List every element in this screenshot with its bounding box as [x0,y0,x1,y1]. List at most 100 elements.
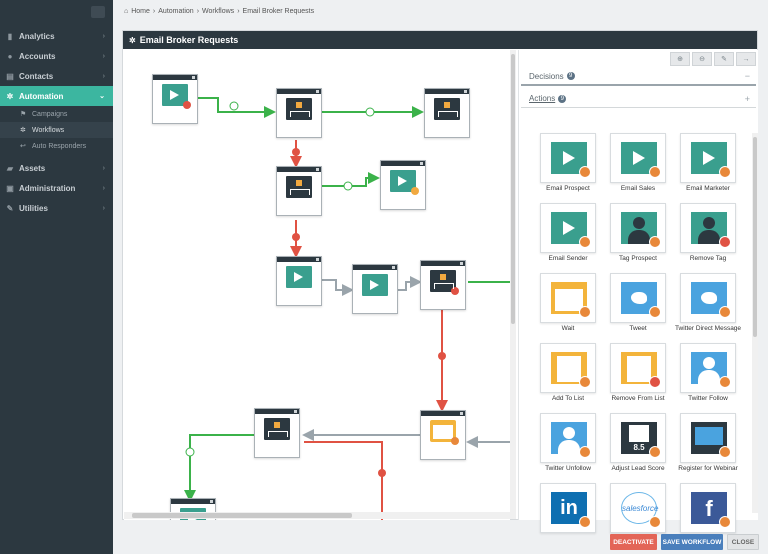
tile-remove-from-list[interactable]: Remove From List [601,343,671,411]
breadcrumb-separator: › [196,7,200,15]
workflow-node-decision[interactable] [254,408,300,458]
arrow-button[interactable]: → [736,52,756,66]
chevron-down-icon: ⌄ [99,93,105,100]
chart-icon: ▮ [7,31,13,41]
sidebar-item-administration[interactable]: ▣ Administration › [0,178,113,198]
clock-badge-icon [579,306,591,318]
sidebar-item-analytics[interactable]: ▮ Analytics › [0,26,113,46]
breadcrumb: ⌂ Home › Automation › Workflows › Email … [124,5,317,17]
decision-icon [286,176,312,198]
decisions-section-header[interactable]: Decisions 9 − [521,68,756,86]
expand-icon[interactable]: + [745,94,750,104]
tile-twitter-unfollow[interactable]: Twitter Unfollow [531,413,601,481]
palette-scrollbar[interactable] [752,133,758,513]
tile-adjust-lead-score[interactable]: 8.5 Adjust Lead Score [601,413,671,481]
workflow-node-email[interactable] [380,160,426,210]
sidebar-subitem-campaigns[interactable]: ⚑ Campaigns [0,106,113,122]
tile-email-marketer[interactable]: Email Marketer [671,133,741,201]
sidebar-subitem-label: Auto Responders [32,142,87,150]
calendar-icon [430,420,459,445]
pencil-badge-icon [649,516,661,528]
sidebar-item-utilities[interactable]: ✎ Utilities › [0,198,113,218]
workflow-node-decision[interactable] [276,166,322,216]
sidebar-toggle-button[interactable] [91,6,105,18]
cogs-icon: ✲ [129,35,136,45]
sidebar-item-label: Analytics [19,31,55,41]
sidebar-item-automation[interactable]: ✲ Automation ⌄ [0,86,113,106]
folder-icon: ▰ [6,163,14,173]
tile-email-sales[interactable]: Email Sales [601,133,671,201]
edit-button[interactable]: ✎ [714,52,734,66]
canvas-vertical-scrollbar[interactable] [510,50,516,512]
tile-tag-prospect[interactable]: Tag Prospect [601,203,671,271]
save-workflow-button[interactable]: SAVE WORKFLOW [661,534,723,550]
tile-label: Register for Webinar [678,465,738,472]
tile-tweet[interactable]: Tweet [601,273,671,341]
sidebar: ▮ Analytics › ● Accounts › ▤ Contacts › … [0,0,113,554]
breadcrumb-workflows-link[interactable]: Workflows [202,8,234,15]
zoom-in-button[interactable]: ⊕ [670,52,690,66]
workflow-node-wait[interactable] [420,410,466,460]
workflow-canvas[interactable] [124,50,510,520]
address-book-icon: ▤ [6,71,14,81]
breadcrumb-separator: › [152,7,156,15]
tile-register-for-webinar[interactable]: Register for Webinar [671,413,741,481]
workflow-panel: ✲ Email Broker Requests ⊕ ⊖ ✎ → Decision… [122,30,758,533]
workflow-node-email[interactable] [152,74,198,124]
actions-section-header[interactable]: Actions 9 + [521,90,756,108]
edge-check-icon [343,181,353,191]
canvas-horizontal-scrollbar[interactable] [124,512,516,519]
actions-label: Actions [529,94,556,103]
edge-check-icon [185,447,195,457]
pencil-badge-icon [719,516,731,528]
sidebar-item-accounts[interactable]: ● Accounts › [0,46,113,66]
cogs-icon: ✲ [6,91,14,101]
zoom-out-button[interactable]: ⊖ [692,52,712,66]
edge-minus-icon [378,469,386,477]
sidebar-item-contacts[interactable]: ▤ Contacts › [0,66,113,86]
deactivate-button[interactable]: DEACTIVATE [610,534,657,550]
minus-badge-icon [719,236,731,248]
sidebar-subitem-workflows[interactable]: ✲ Workflows [0,122,113,138]
tile-label: Add To List [551,395,585,402]
close-button[interactable]: CLOSE [727,534,759,550]
workflow-node-decision[interactable] [420,260,466,310]
sidebar-item-label: Automation [19,91,64,101]
tile-twitter-follow[interactable]: Twitter Follow [671,343,741,411]
reply-icon: ↩ [20,143,26,150]
sidebar-item-label: Assets [19,163,46,173]
tile-remove-tag[interactable]: Remove Tag [671,203,741,271]
unfollow-badge-icon [579,446,591,458]
tile-label: Tweet [629,325,647,332]
tile-wait[interactable]: Wait [531,273,601,341]
action-palette: ⊕ ⊖ ✎ → Decisions 9 − Actions 9 + Email … [518,50,758,533]
workflow-node-email[interactable] [276,256,322,306]
chevron-right-icon: › [102,184,105,192]
edge-minus-icon [292,233,300,241]
panel-header: ✲ Email Broker Requests [123,31,757,49]
collapse-icon[interactable]: − [745,71,750,81]
flag-icon: ⚑ [20,111,27,118]
workflow-node-email[interactable] [352,264,398,314]
chevron-right-icon: › [102,72,105,80]
breadcrumb-automation-link[interactable]: Automation [158,8,193,15]
decision-icon [264,418,290,440]
workflow-node-decision[interactable] [276,88,322,138]
chevron-right-icon: › [102,164,105,172]
tile-email-prospect[interactable]: Email Prospect [531,133,601,201]
panel-title: Email Broker Requests [139,35,239,45]
canvas-toolbar: ⊕ ⊖ ✎ → [519,50,758,68]
tile-email-sender[interactable]: Email Sender [531,203,601,271]
marketer-badge-icon [719,166,731,178]
list-badge-icon [649,446,661,458]
chevron-right-icon: › [102,204,105,212]
tile-add-to-list[interactable]: Add To List [531,343,601,411]
workflow-node-decision[interactable] [424,88,470,138]
tile-label: Email Sales [620,185,656,192]
tile-linkedin[interactable]: in [531,483,601,551]
sidebar-item-assets[interactable]: ▰ Assets › [0,158,113,178]
tile-twitter-direct-message[interactable]: Twitter Direct Message [671,273,741,341]
lock-icon: ▣ [6,183,14,193]
breadcrumb-home-link[interactable]: Home [131,8,150,15]
sidebar-subitem-auto-responders[interactable]: ↩ Auto Responders [0,138,113,154]
